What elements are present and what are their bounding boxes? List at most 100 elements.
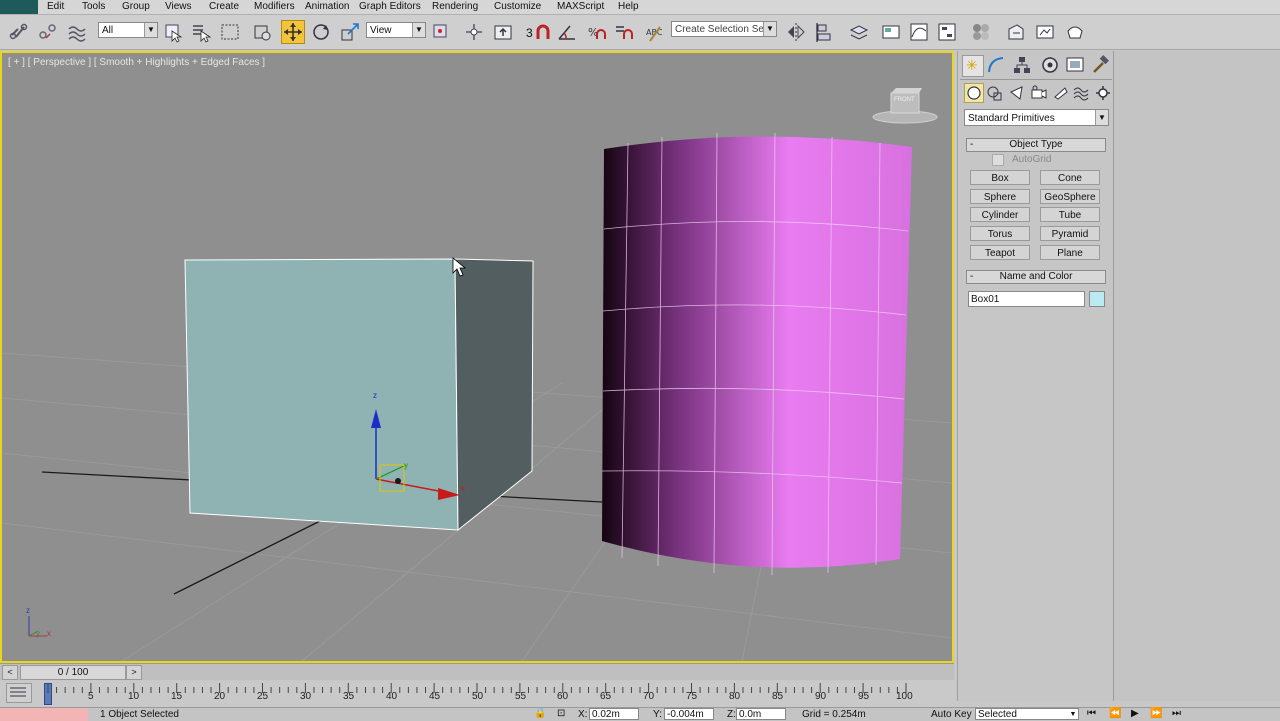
geometry-category-button[interactable] [964, 83, 984, 103]
maxscript-listener-mini[interactable] [0, 708, 88, 721]
select-object-icon[interactable] [162, 21, 184, 43]
teapot-button[interactable]: Teapot [970, 245, 1030, 260]
unlink-selection-icon[interactable] [37, 21, 59, 43]
tick-label: 25 [257, 691, 269, 702]
systems-category-button[interactable] [1094, 84, 1112, 102]
menu-modifiers[interactable]: Modifiers [254, 0, 295, 14]
shapes-icon [987, 86, 1002, 101]
bind-to-space-warp-icon[interactable] [66, 21, 88, 43]
menu-views[interactable]: Views [165, 0, 192, 14]
plane-button[interactable]: Plane [1040, 245, 1100, 260]
named-selection-dropdown[interactable]: Create Selection Se ▼ [671, 21, 777, 37]
menu-rendering[interactable]: Rendering [432, 0, 478, 14]
tube-button[interactable]: Tube [1040, 207, 1100, 222]
tab-hierarchy[interactable] [1012, 55, 1032, 75]
time-next-button[interactable]: > [126, 665, 142, 680]
space-warps-category-button[interactable] [1072, 84, 1090, 102]
perspective-viewport[interactable]: [ + ] [ Perspective ] [ Smooth + Highlig… [0, 51, 954, 663]
schematic-view-icon[interactable] [936, 21, 958, 43]
render-production-icon[interactable] [1064, 21, 1086, 43]
absolute-mode-icon[interactable]: ⊡ [557, 708, 565, 719]
torus-button[interactable]: Torus [970, 226, 1030, 241]
sphere-button[interactable]: Sphere [970, 189, 1030, 204]
app-logo[interactable] [0, 0, 38, 14]
tab-create[interactable]: ✳ [962, 55, 984, 77]
layer-manager-icon[interactable] [848, 21, 870, 43]
rectangular-selection-icon[interactable] [219, 21, 241, 43]
go-to-start-icon[interactable]: ⏮ [1087, 708, 1096, 719]
name-and-color-rollout-header[interactable]: - Name and Color [966, 270, 1106, 284]
object-name-input[interactable]: Box01 [968, 291, 1085, 307]
rendered-frame-window-icon[interactable] [1034, 21, 1056, 43]
time-prev-button[interactable]: < [2, 665, 18, 680]
go-to-end-icon[interactable]: ⏭ [1172, 708, 1181, 719]
graphite-modeling-icon[interactable] [880, 21, 902, 43]
y-coord-field[interactable]: -0.004m [664, 708, 714, 720]
pivot-center-icon[interactable] [430, 21, 452, 43]
x-coord-field[interactable]: 0.02m [589, 708, 639, 720]
mirror-icon[interactable] [785, 21, 807, 43]
cone-button[interactable]: Cone [1040, 170, 1100, 185]
select-and-move-icon[interactable] [281, 20, 305, 44]
curve-editor-icon[interactable] [908, 21, 930, 43]
menu-graph-editors[interactable]: Graph Editors [359, 0, 421, 14]
window-crossing-icon[interactable] [251, 21, 273, 43]
grid-axis-y-line [173, 514, 333, 595]
percent-snap-icon[interactable]: % [585, 21, 607, 43]
time-slider[interactable]: < 0 / 100 > [0, 663, 954, 680]
pyramid-button[interactable]: Pyramid [1040, 226, 1100, 241]
tab-motion[interactable] [1040, 55, 1060, 75]
helpers-category-button[interactable] [1052, 84, 1070, 102]
select-and-scale-icon[interactable] [339, 21, 361, 43]
object-type-title: Object Type [1009, 139, 1063, 150]
snaps-toggle-icon[interactable] [532, 21, 554, 43]
tab-modify[interactable] [986, 55, 1006, 75]
menu-maxscript[interactable]: MAXScript [557, 0, 604, 14]
autogrid-checkbox[interactable] [992, 154, 1004, 166]
mini-curve-editor-button[interactable] [6, 683, 32, 703]
object-type-rollout-header[interactable]: - Object Type [966, 138, 1106, 152]
motion-icon [1042, 57, 1058, 73]
spinner-snap-icon[interactable] [612, 21, 634, 43]
key-filter-dropdown[interactable]: Selected ▼ [975, 708, 1079, 720]
menu-help[interactable]: Help [618, 0, 639, 14]
menu-group[interactable]: Group [122, 0, 150, 14]
material-editor-icon[interactable] [970, 21, 992, 43]
menu-create[interactable]: Create [209, 0, 239, 14]
cameras-category-button[interactable] [1030, 84, 1048, 102]
z-coord-field[interactable]: 0.0m [736, 708, 786, 720]
auto-key-button[interactable]: Auto Key [931, 709, 972, 720]
select-and-rotate-icon[interactable] [310, 21, 332, 43]
play-icon[interactable]: ▶ [1131, 708, 1139, 719]
track-bar[interactable]: 5 10 15 20 25 30 35 40 45 50 55 60 65 70… [0, 681, 954, 707]
angle-snap-icon[interactable] [556, 21, 578, 43]
menu-edit[interactable]: Edit [47, 0, 64, 14]
menu-animation[interactable]: Animation [305, 0, 349, 14]
tick-label: 35 [343, 691, 355, 702]
selection-lock-icon[interactable]: 🔒 [534, 708, 546, 719]
selection-filter-dropdown[interactable]: All ▼ [98, 22, 158, 38]
menu-tools[interactable]: Tools [82, 0, 105, 14]
select-and-link-icon[interactable] [8, 21, 30, 43]
select-by-name-icon[interactable] [190, 21, 212, 43]
lights-category-button[interactable] [1008, 84, 1026, 102]
primitive-category-dropdown[interactable]: Standard Primitives ▼ [964, 109, 1109, 126]
time-slider-thumb[interactable]: 0 / 100 [20, 665, 126, 680]
keyboard-shortcut-override-icon[interactable] [492, 21, 514, 43]
edit-named-selection-icon[interactable]: ABC [644, 21, 666, 43]
next-frame-icon[interactable]: ⏩ [1150, 708, 1162, 719]
geosphere-button[interactable]: GeoSphere [1040, 189, 1100, 204]
tab-utilities[interactable] [1090, 55, 1110, 75]
previous-frame-icon[interactable]: ⏪ [1109, 708, 1121, 719]
select-manipulate-icon[interactable] [463, 21, 485, 43]
align-icon[interactable] [814, 21, 836, 43]
object-color-swatch[interactable] [1089, 291, 1105, 307]
cylinder-button[interactable]: Cylinder [970, 207, 1030, 222]
tab-display[interactable] [1065, 55, 1085, 75]
reference-coordinate-dropdown[interactable]: View ▼ [366, 22, 426, 38]
box-button[interactable]: Box [970, 170, 1030, 185]
menu-customize[interactable]: Customize [494, 0, 541, 14]
shapes-category-button[interactable] [986, 84, 1004, 102]
render-setup-icon[interactable] [1005, 21, 1027, 43]
viewcube-face-label[interactable]: FRONT [894, 97, 915, 103]
